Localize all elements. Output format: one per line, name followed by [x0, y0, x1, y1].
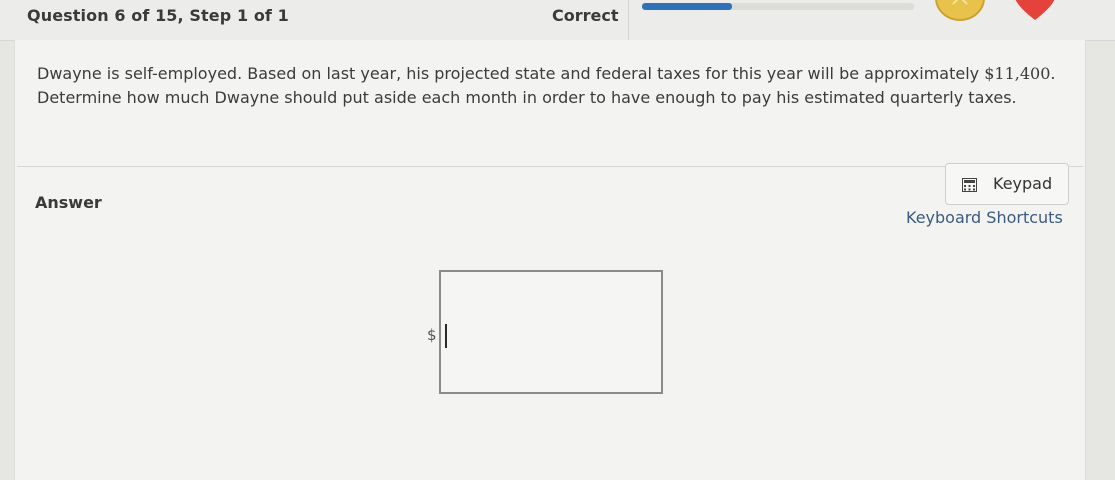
- question-text-second-line: Determine how much Dwayne should put asi…: [37, 88, 1017, 107]
- section-divider: [17, 166, 1083, 167]
- keypad-button[interactable]: Keypad: [945, 163, 1069, 205]
- answer-label: Answer: [35, 193, 102, 212]
- medal-icon: [935, 0, 985, 21]
- heart-icon: [1015, 0, 1055, 20]
- status-text: Correct: [552, 6, 619, 25]
- keypad-label: Keypad: [993, 174, 1053, 193]
- progress-bar-fill: [642, 3, 732, 10]
- currency-prefix: $: [427, 326, 437, 344]
- question-text-first-part: Dwayne is self-employed. Based on last y…: [37, 64, 985, 83]
- answer-box[interactable]: $: [427, 270, 663, 394]
- tax-amount: $11,400.: [984, 64, 1056, 83]
- keyboard-shortcuts-link[interactable]: Keyboard Shortcuts: [906, 208, 1063, 227]
- answer-input[interactable]: [446, 320, 646, 348]
- question-panel: Dwayne is self-employed. Based on last y…: [14, 40, 1086, 480]
- progress-bar: [642, 3, 914, 10]
- question-progress-label: Question 6 of 15, Step 1 of 1: [27, 6, 289, 25]
- header-divider: [628, 0, 629, 40]
- question-text: Dwayne is self-employed. Based on last y…: [37, 62, 1067, 110]
- calculator-icon: [962, 178, 977, 192]
- question-header: Question 6 of 15, Step 1 of 1 Correct: [0, 0, 1115, 41]
- text-cursor: [445, 324, 447, 348]
